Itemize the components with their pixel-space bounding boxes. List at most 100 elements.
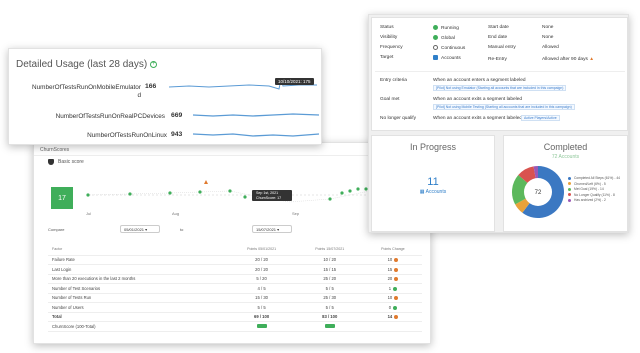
cell-factor: Last Login [48,264,228,275]
manual-label: Manual entry [488,45,516,50]
in-progress-card[interactable]: In Progress 11 ▦ Accounts [371,135,495,232]
divider [375,71,625,72]
cell-factor: Failure Rate [48,255,228,265]
status-label: Status [380,25,394,30]
cell-factor: Number of Tests Run [48,293,228,303]
churn-point [128,192,132,196]
cell-chg: 15 [363,264,422,275]
metric-label-linux: NumberOfTestsRunOnLinux [87,132,167,139]
cell-chg: 14 [363,312,422,322]
table-row: Number of Tests Run 15 / 30 25 / 30 10 [48,293,422,303]
cell-b: 25 / 20 [295,274,364,284]
target-value: Accounts [433,55,461,61]
completed-title: Completed [543,142,588,152]
cell-b: 5 / 5 [295,302,364,313]
date-from-picker[interactable]: 05/01/2021 ▾ [120,225,160,233]
cell-chg: 10 [363,293,422,303]
cell-a: 15 / 30 [227,293,296,303]
churn-point [340,191,344,195]
churn-point [228,189,232,193]
completed-card[interactable]: Completed 72 Accounts 72 Completed All S… [503,135,628,232]
churn-tooltip-date: Sep 1st, 2021 [256,191,278,195]
table-row: More than 20 executions in the last 2 mo… [48,274,422,284]
add-icon[interactable]: + [150,60,158,68]
completed-donut-chart: 72 [512,166,564,218]
end-label: End date [488,35,508,40]
churn-point [243,195,247,199]
reentry-value: Allowed after 90 days ▲ [542,57,594,62]
nolonger-label: No longer qualify [380,116,416,121]
cell-b: 10 / 20 [295,255,364,265]
churn-point [86,193,90,197]
cell-a: 5 / 5 [227,302,296,313]
date-to-picker[interactable]: 15/07/2021 ▾ [252,225,292,233]
change-indicator-icon [394,296,399,301]
cell-factor: More than 20 executions in the last 2 mo… [48,274,228,284]
campaign-panel: Status Running Visibility Global Frequen… [368,14,629,233]
cell-chg: 1 [363,283,422,294]
cell-a [227,321,296,332]
churn-point [356,187,360,191]
metric-label-realpc: NumberOfTestsRunOnRealPCDevices [55,113,165,120]
reentry-label: Re-Entry [488,57,507,62]
total-row: Total 69 / 100 83 / 100 14 [48,312,422,322]
churn-point [198,190,202,194]
month-aug: Aug [172,211,179,216]
usage-tooltip: 10/10/2021: 175 [275,78,314,85]
score-chip-a [256,323,267,328]
score-chip-b [324,323,335,328]
trophy-icon [48,159,54,165]
cell-factor: Number of Users [48,302,228,313]
nolonger-segment-chip[interactable]: Active Players/Active [521,115,560,121]
goal-text: When an account exits a segment labeled [433,97,523,102]
change-indicator-icon [394,277,399,282]
in-progress-title: In Progress [409,142,457,152]
col-points-a: Points 05/01/2021 [227,243,296,256]
start-value: None [542,25,554,30]
building-icon [433,55,438,60]
in-progress-unit: ▦ Accounts [419,189,447,195]
metric-label-mobile: NumberOfTestsRunOnMobileEmulator [31,84,141,91]
change-indicator-icon [394,267,399,272]
building-icon: ▦ [419,189,425,195]
visibility-label: Visibility [380,35,398,40]
cell-b: 83 / 100 [295,312,364,322]
cell-chg: 10 [363,255,422,265]
status-value: Running [433,25,459,31]
goal-segment-chip[interactable]: [Pilot] Not using Mobile Testing (Starti… [433,104,575,110]
change-indicator-icon [394,315,399,320]
globe-icon [433,35,438,40]
cell-b: 5 / 5 [295,283,364,294]
compare-label: Compare [48,227,65,232]
table-row: Number of Test Scenarios 4 / 55 / 51 [48,283,422,294]
metric-value-linux: 943 [171,131,183,138]
change-indicator-icon [394,258,399,263]
cell-factor: Number of Test Scenarios [48,283,228,294]
frequency-label: Frequency [380,45,403,50]
cell-a: 4 / 5 [227,283,296,294]
entry-segment-chip[interactable]: [Pilot] Not using Emulator (Starting all… [433,85,567,91]
goal-label: Goal met [380,97,400,102]
cell-factor: ChurnScore (100-Total) [48,321,228,332]
sparkline-linux [193,133,320,137]
cell-b: 15 / 15 [295,264,364,275]
cell-a: 5 / 20 [227,274,296,284]
cell-chg [363,321,422,332]
metric-value-mobile: 166 [145,83,157,90]
start-label: Start date [488,25,509,30]
visibility-value: Global [433,35,455,41]
target-label: Target [380,55,394,60]
month-sep: Sep [292,211,300,216]
churn-factor-table: Factor Points 05/01/2021 Points 15/07/20… [48,243,422,332]
cell-b: 25 / 30 [295,293,364,303]
churn-tooltip-label: ChurnScore: 17 [256,196,281,200]
cell-a: 20 / 20 [227,264,296,275]
churn-point [328,197,332,201]
end-value: None [542,35,554,40]
churn-point [348,189,352,193]
col-factor: Factor [48,243,228,256]
nolonger-text: When an account exits a segment labeled [433,116,523,121]
loop-icon [433,45,438,50]
change-indicator-icon [393,286,398,291]
table-row: Last Login 20 / 20 15 / 15 15 [48,264,422,275]
